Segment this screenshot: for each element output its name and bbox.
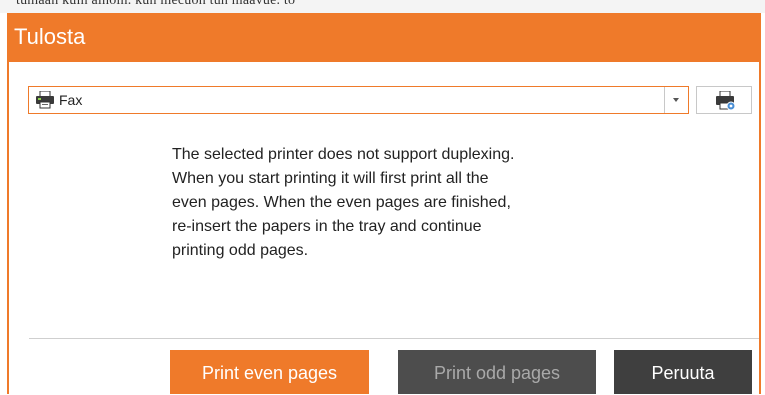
chevron-down-icon — [673, 98, 679, 102]
background-document-text: tumaan kuin ainoin. kun mecuon tun maavu… — [16, 0, 296, 8]
cancel-button[interactable]: Peruuta — [614, 350, 752, 394]
printer-selection-row: Fax — [28, 86, 752, 114]
background-window-strip: tumaan kuin ainoin. kun mecuon tun maavu… — [0, 0, 765, 13]
print-dialog: Tulosta Fax The selected printer does no… — [7, 13, 761, 394]
printer-settings-icon — [716, 91, 736, 111]
print-even-pages-button[interactable]: Print even pages — [170, 350, 369, 394]
duplex-warning-message: The selected printer does not support du… — [172, 146, 515, 259]
printer-icon — [36, 91, 54, 109]
printer-select-dropdown-arrow[interactable] — [664, 87, 688, 113]
printer-properties-button[interactable] — [696, 86, 752, 114]
button-separator — [29, 338, 759, 339]
print-odd-pages-button[interactable]: Print odd pages — [398, 350, 596, 394]
dialog-title: Tulosta — [14, 24, 86, 49]
printer-select[interactable]: Fax — [28, 86, 689, 114]
dialog-titlebar: Tulosta — [7, 13, 761, 62]
printer-select-value: Fax — [59, 92, 83, 108]
